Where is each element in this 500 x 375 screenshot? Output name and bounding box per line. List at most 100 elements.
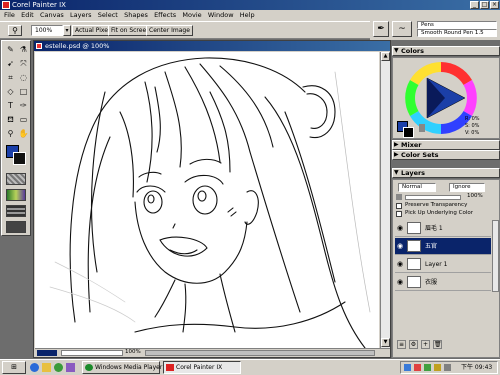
menu-effects[interactable]: Effects xyxy=(152,10,178,21)
expand-triangle-icon[interactable]: ▶ xyxy=(394,151,399,159)
layer-thumbnail xyxy=(407,276,421,288)
menu-help[interactable]: Help xyxy=(238,10,257,21)
layer-commands-icon[interactable]: ≡ xyxy=(397,340,406,349)
drawing-canvas[interactable] xyxy=(35,52,379,348)
paper-selector-thumbnail[interactable] xyxy=(6,173,26,185)
center-image-button[interactable]: Center Image xyxy=(146,25,193,36)
composite-depth-select[interactable]: Ignore xyxy=(449,183,485,192)
layers-panel-header[interactable]: ▼ Layers xyxy=(392,168,500,178)
eye-visibility-icon[interactable]: ◉ xyxy=(397,238,405,255)
zoom-field[interactable]: 100% xyxy=(31,25,63,36)
layer-thumbnail xyxy=(407,240,421,252)
colors-panel-header[interactable]: ▼ Colors xyxy=(392,46,500,56)
shape-tool-icon[interactable]: ◇ xyxy=(4,86,17,98)
tray-ime-icon[interactable] xyxy=(434,364,441,371)
zoom-dropdown-icon[interactable]: ▾ xyxy=(63,25,71,36)
pen-brush-icon[interactable]: ✒ xyxy=(373,21,389,37)
eye-visibility-icon[interactable]: ◉ xyxy=(397,220,405,237)
layer-adjuster-icon[interactable]: ➹ xyxy=(4,58,17,70)
new-layer-icon[interactable]: + xyxy=(421,340,430,349)
brush-selector-bar: ✒ ~ Pens Smooth Round Pen 1.5 xyxy=(370,18,500,40)
collapse-triangle-icon[interactable]: ▼ xyxy=(394,169,399,177)
vertical-scrollbar[interactable]: ▲ ▼ xyxy=(380,52,390,348)
layer-name: 眉毛 1 xyxy=(425,225,443,232)
menu-shapes[interactable]: Shapes xyxy=(122,10,150,21)
composite-method-select[interactable]: Normal xyxy=(398,183,436,192)
toolbox: ✎ ⚗ ➹ ⤧ ⌗ ◌ ◇ □ T ✑ ⛾ ▭ ⚲ ✋ xyxy=(1,40,31,236)
tray-antivirus-icon[interactable] xyxy=(414,364,421,371)
eye-visibility-icon[interactable]: ◉ xyxy=(397,274,405,291)
layer-row[interactable]: ◉ 眉毛 1 xyxy=(395,220,491,237)
layer-row[interactable]: ◉ Layer 1 xyxy=(395,256,491,273)
pen-path-tool-icon[interactable]: ✑ xyxy=(17,100,30,112)
gradient-selector-thumbnail[interactable] xyxy=(6,189,26,201)
paint-bucket-icon[interactable]: ⛾ xyxy=(4,114,17,126)
taskbar-item[interactable]: Windows Media Player xyxy=(82,361,162,374)
expand-triangle-icon[interactable]: ▶ xyxy=(394,141,399,149)
start-button-icon[interactable]: ⊞ xyxy=(2,361,26,374)
menu-file[interactable]: File xyxy=(2,10,17,21)
rectangle-tool-icon[interactable]: □ xyxy=(17,86,30,98)
delete-layer-icon[interactable]: 🗑 xyxy=(433,340,442,349)
tray-app-icon[interactable] xyxy=(424,364,431,371)
additional-color-swatch[interactable] xyxy=(13,152,26,165)
windows-taskbar: ⊞ Windows Media Player Corel Painter IX … xyxy=(0,359,500,375)
app-quicklaunch-icon[interactable] xyxy=(66,363,75,372)
media-quicklaunch-icon[interactable] xyxy=(54,363,63,372)
preserve-transparency-checkbox[interactable] xyxy=(396,203,402,209)
layer-row[interactable]: ◉ 衣服 xyxy=(395,274,491,291)
menu-select[interactable]: Select xyxy=(96,10,120,21)
nozzle-selector-thumbnail[interactable] xyxy=(6,221,26,233)
color-sets-panel-header[interactable]: ▶ Color Sets xyxy=(392,150,500,160)
status-info-field xyxy=(61,350,123,356)
crop-tool-icon[interactable]: ⌗ xyxy=(4,72,17,84)
pattern-selector-thumbnail[interactable] xyxy=(6,205,26,217)
colors-panel-title: Colors xyxy=(401,47,425,55)
eraser-tool-icon[interactable]: ▭ xyxy=(17,114,30,126)
brush-stroke-preview-icon[interactable]: ~ xyxy=(392,21,412,37)
dynamic-plugins-icon[interactable]: ⚙ xyxy=(409,340,418,349)
grabber-tool-icon[interactable]: ✋ xyxy=(17,128,30,140)
document-title-bar: estelle.psd @ 100% xyxy=(34,41,390,51)
minimize-button[interactable]: _ xyxy=(470,1,479,9)
pick-up-underlying-checkbox[interactable] xyxy=(396,211,402,217)
layers-scrollbar[interactable] xyxy=(492,220,499,292)
brush-category-select[interactable]: Pens xyxy=(417,21,497,29)
menu-window[interactable]: Window xyxy=(206,10,236,21)
secondary-color-swatch[interactable] xyxy=(403,127,414,138)
app-title: Corel Painter IX xyxy=(12,1,66,9)
magnifier-icon[interactable]: ⚲ xyxy=(8,25,22,36)
brush-tool-icon[interactable]: ✎ xyxy=(4,44,17,56)
explorer-quicklaunch-icon[interactable] xyxy=(42,363,51,372)
horizontal-scrollbar[interactable] xyxy=(145,350,375,356)
dropper-tool-icon[interactable]: ⚗ xyxy=(17,44,30,56)
scroll-up-arrow-icon[interactable]: ▲ xyxy=(381,52,390,61)
mixer-panel-header[interactable]: ▶ Mixer xyxy=(392,140,500,150)
menu-edit[interactable]: Edit xyxy=(19,10,36,21)
opacity-slider[interactable] xyxy=(405,195,461,200)
taskbar-item-label: Corel Painter IX xyxy=(176,364,223,371)
scroll-down-arrow-icon[interactable]: ▼ xyxy=(381,338,390,347)
text-tool-icon[interactable]: T xyxy=(4,100,17,112)
document-title: estelle.psd @ 100% xyxy=(45,42,110,50)
dropper-sample-icon[interactable] xyxy=(419,124,425,132)
maximize-button[interactable]: □ xyxy=(480,1,489,9)
tray-volume-icon[interactable] xyxy=(444,364,451,371)
menu-canvas[interactable]: Canvas xyxy=(38,10,66,21)
menu-layers[interactable]: Layers xyxy=(68,10,94,21)
menu-movie[interactable]: Movie xyxy=(180,10,203,21)
layer-row-selected[interactable]: ◉ 五官 xyxy=(395,238,491,255)
brush-variant-select[interactable]: Smooth Round Pen 1.5 xyxy=(417,29,497,37)
close-button[interactable]: × xyxy=(490,1,499,9)
zoom-tool-icon[interactable]: ⚲ xyxy=(4,128,17,140)
ie-quicklaunch-icon[interactable] xyxy=(30,363,39,372)
eye-visibility-icon[interactable]: ◉ xyxy=(397,256,405,273)
pick-up-underlying-label: Pick Up Underlying Color xyxy=(405,210,473,216)
transform-tool-icon[interactable]: ⤧ xyxy=(17,58,30,70)
tray-network-icon[interactable] xyxy=(404,364,411,371)
collapse-triangle-icon[interactable]: ▼ xyxy=(394,47,399,55)
taskbar-item-active[interactable]: Corel Painter IX xyxy=(163,361,241,374)
painter-task-icon xyxy=(166,364,174,371)
mixer-panel-title: Mixer xyxy=(401,141,422,149)
lasso-tool-icon[interactable]: ◌ xyxy=(17,72,30,84)
